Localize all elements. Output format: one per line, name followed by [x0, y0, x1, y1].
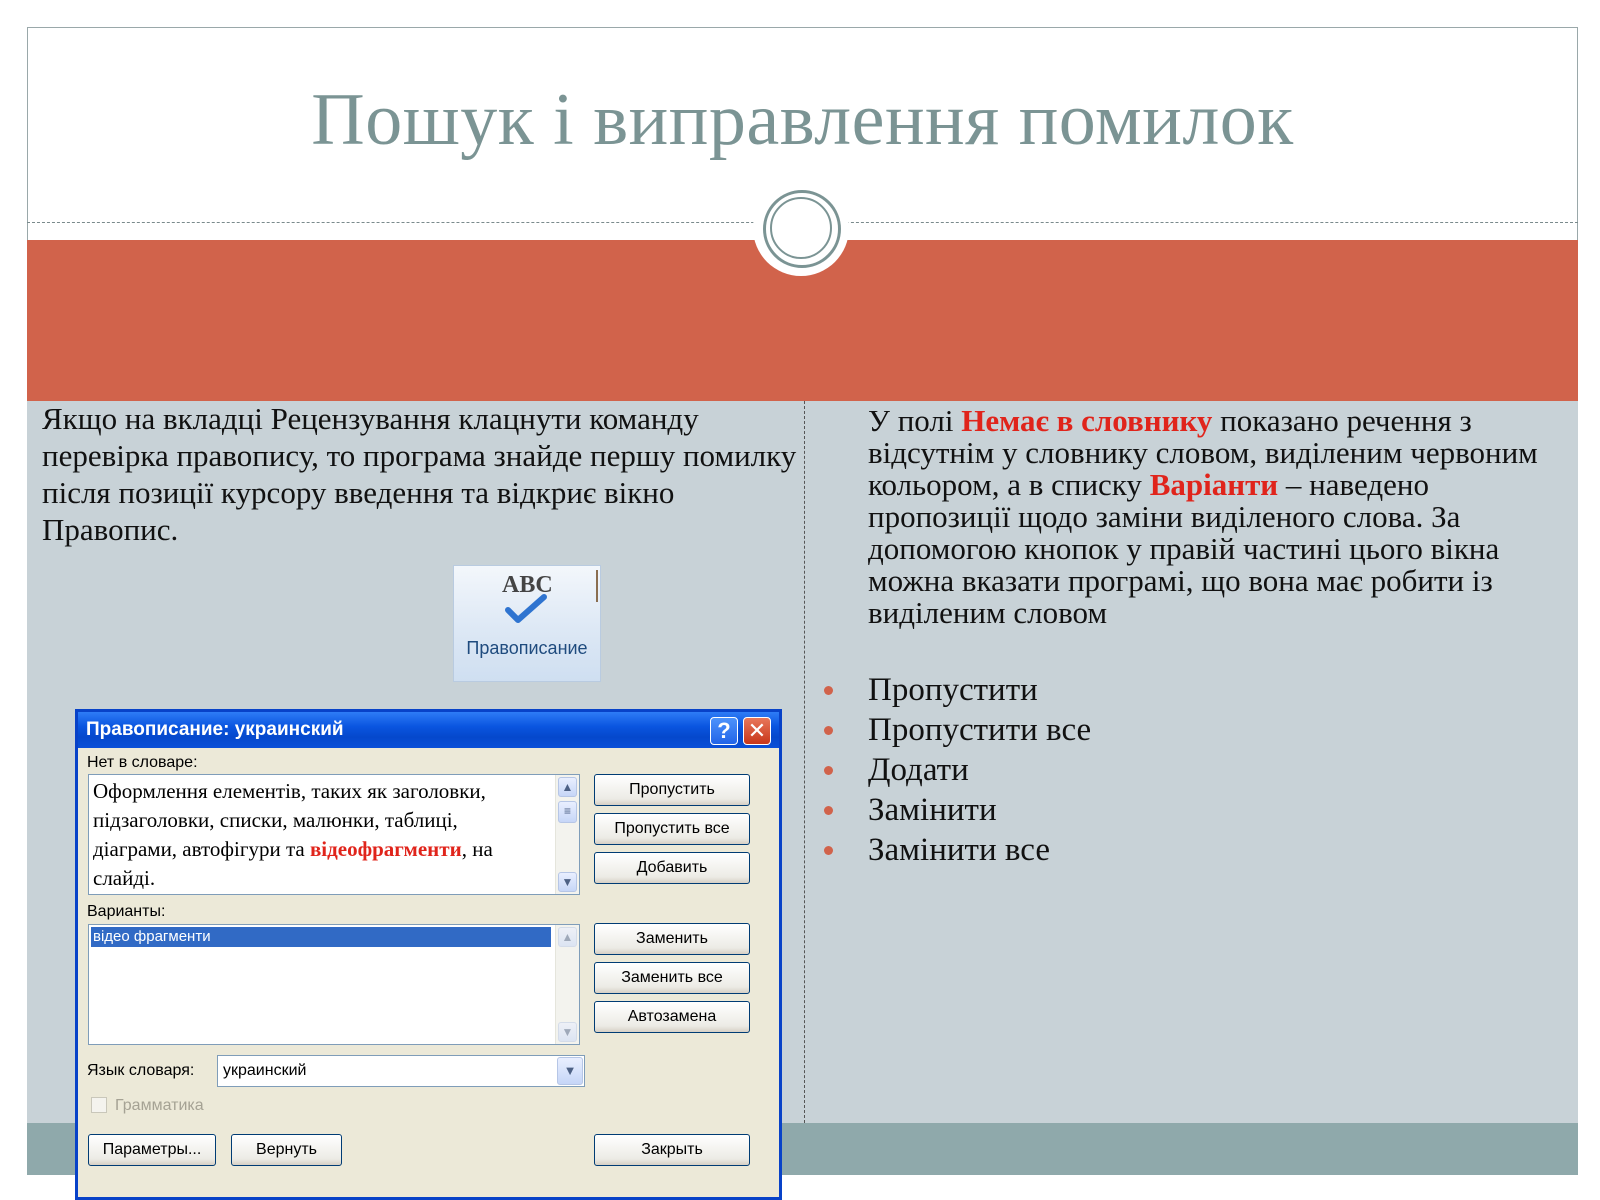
circle-ring-inner	[770, 197, 832, 259]
dictionary-language-label: Язык словаря:	[87, 1062, 195, 1079]
dictionary-language-select[interactable]: украинский ▼	[217, 1055, 585, 1087]
scroll-up-icon[interactable]: ▲	[558, 777, 577, 797]
autocorrect-button[interactable]: Автозамена	[594, 1001, 750, 1033]
highlight-variants: Варіанти	[1149, 467, 1279, 502]
not-in-dictionary-textbox[interactable]: Оформлення елементів, таких як заголовки…	[88, 774, 580, 895]
scroll-down-icon[interactable]: ▼	[558, 872, 577, 892]
variants-list[interactable]: відео фрагменти ▲ ▼	[88, 924, 580, 1045]
sentence-text: Оформлення елементів, таких як заголовки…	[93, 777, 543, 893]
undo-button[interactable]: Вернуть	[231, 1134, 342, 1166]
dialog-titlebar[interactable]: Правописание: украинский ? ✕	[78, 712, 779, 748]
close-button[interactable]: Закрыть	[594, 1134, 750, 1166]
ribbon-separator	[596, 570, 598, 602]
scroll-thumb[interactable]: ≡	[558, 801, 577, 823]
bullet-item: Замінити	[824, 790, 1091, 830]
bullet-item: Пропустити	[824, 670, 1091, 710]
bullet-text: Додати	[868, 752, 969, 788]
bullet-dot-icon	[824, 846, 833, 855]
sentence-scrollbar[interactable]: ▲ ≡ ▼	[555, 775, 579, 894]
right-paragraph: У полі Немає в словнику показано речення…	[868, 405, 1568, 629]
not-in-dictionary-label: Нет в словаре:	[87, 754, 198, 771]
column-divider	[804, 401, 805, 1123]
highlight-not-in-dictionary: Немає в словнику	[961, 403, 1213, 438]
error-word: відеофрагменти	[309, 837, 462, 861]
slide-title: Пошук і виправлення помилок	[311, 79, 1294, 161]
options-button[interactable]: Параметры...	[88, 1134, 216, 1166]
bullet-text: Пропустити все	[868, 712, 1092, 748]
skip-button[interactable]: Пропустить	[594, 774, 750, 806]
bullet-dot-icon	[824, 686, 833, 695]
grammar-label: Грамматика	[115, 1097, 204, 1114]
bullet-list: Пропустити Пропустити все Додати Замінит…	[824, 670, 1091, 870]
bullet-text: Замінити все	[868, 832, 1050, 868]
dialog-title: Правописание: украинский	[86, 719, 344, 740]
bullet-item: Пропустити все	[824, 710, 1091, 750]
scroll-down-icon[interactable]: ▼	[558, 1022, 577, 1042]
bullet-text: Замінити	[868, 792, 997, 828]
bullet-item: Замінити все	[824, 830, 1091, 870]
spelling-ribbon-button[interactable]: ABC Правописание	[453, 565, 601, 682]
help-button[interactable]: ?	[710, 717, 738, 745]
replace-all-button[interactable]: Заменить все	[594, 962, 750, 994]
spelling-button-label: Правописание	[466, 638, 588, 658]
chevron-down-icon[interactable]: ▼	[557, 1057, 583, 1085]
bullet-dot-icon	[824, 726, 833, 735]
add-button[interactable]: Добавить	[594, 852, 750, 884]
variant-item-selected[interactable]: відео фрагменти	[91, 927, 551, 947]
left-paragraph: Якщо на вкладці Рецензування клацнути ко…	[42, 401, 797, 547]
spelling-dialog: Правописание: украинский ? ✕ Нет в слова…	[75, 709, 782, 1200]
bullet-text: Пропустити	[868, 672, 1038, 708]
variants-label: Варианты:	[87, 903, 166, 920]
spellcheck-checkmark-icon	[505, 594, 547, 623]
scroll-up-icon[interactable]: ▲	[558, 927, 577, 947]
grammar-checkbox[interactable]	[91, 1097, 107, 1113]
variants-scrollbar[interactable]: ▲ ▼	[555, 925, 579, 1044]
close-icon[interactable]: ✕	[743, 717, 771, 745]
skip-all-button[interactable]: Пропустить все	[594, 813, 750, 845]
bullet-item: Додати	[824, 750, 1091, 790]
dictionary-language-value: украинский	[223, 1062, 307, 1079]
bullet-dot-icon	[824, 766, 833, 775]
replace-button[interactable]: Заменить	[594, 923, 750, 955]
bullet-dot-icon	[824, 806, 833, 815]
right-text-part1: У полі	[868, 403, 962, 438]
